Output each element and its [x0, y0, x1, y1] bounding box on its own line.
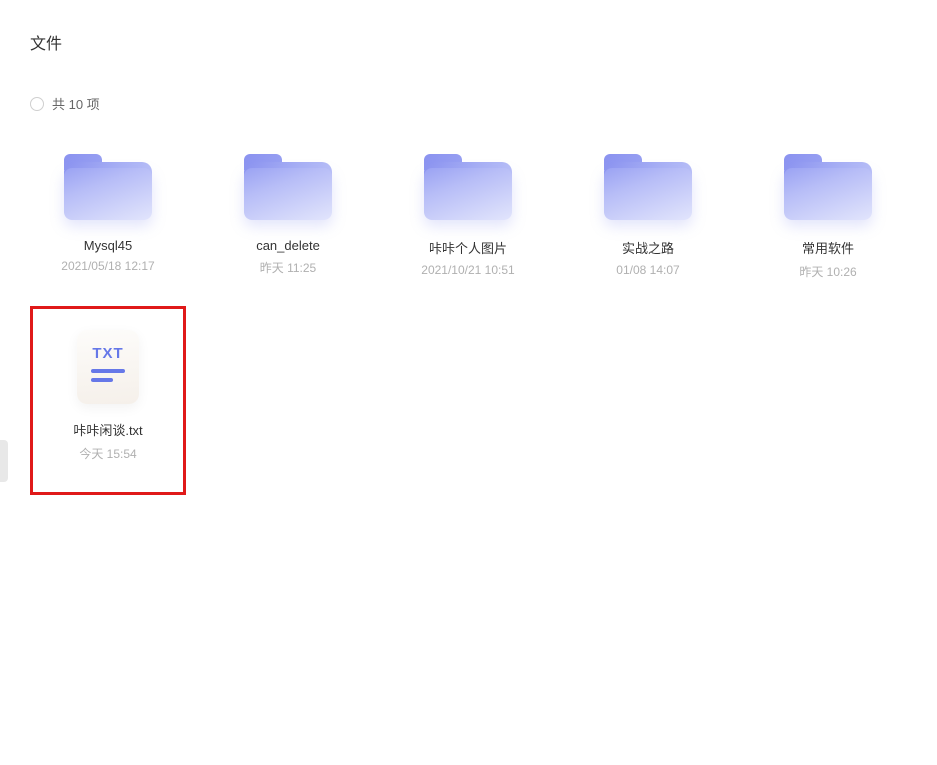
- item-name: can_delete: [256, 238, 320, 253]
- folder-item[interactable]: can_delete 昨天 11:25: [210, 141, 366, 286]
- item-date: 01/08 14:07: [616, 263, 679, 277]
- page-title: 文件: [30, 30, 907, 54]
- item-name: Mysql45: [84, 238, 132, 253]
- folder-icon: [243, 147, 333, 222]
- side-handle[interactable]: [0, 440, 8, 482]
- item-date: 昨天 10:26: [799, 263, 856, 280]
- item-date: 今天 15:54: [79, 445, 136, 462]
- folder-item[interactable]: 常用软件 昨天 10:26: [750, 141, 906, 286]
- txt-badge: TXT: [92, 345, 123, 362]
- file-grid: Mysql45 2021/05/18 12:17 can_delete 昨天 1…: [30, 141, 907, 495]
- folder-item[interactable]: Mysql45 2021/05/18 12:17: [30, 141, 186, 286]
- folder-icon: [783, 147, 873, 222]
- item-date: 2021/10/21 10:51: [421, 263, 514, 277]
- item-name: 实战之路: [622, 238, 674, 257]
- item-date: 昨天 11:25: [260, 259, 316, 276]
- folder-item[interactable]: 实战之路 01/08 14:07: [570, 141, 726, 286]
- select-all-row: 共 10 项: [30, 94, 907, 113]
- item-date: 2021/05/18 12:17: [61, 259, 154, 273]
- folder-icon: [63, 147, 153, 222]
- txt-file-icon: TXT: [63, 329, 153, 404]
- folder-icon: [423, 147, 513, 222]
- select-all-radio[interactable]: [30, 97, 44, 111]
- item-name: 咔咔个人图片: [429, 238, 507, 257]
- item-name: 常用软件: [802, 238, 854, 257]
- file-item-highlighted[interactable]: TXT 咔咔闲谈.txt 今天 15:54: [30, 306, 186, 495]
- item-name: 咔咔闲谈.txt: [73, 420, 142, 439]
- folder-item[interactable]: 咔咔个人图片 2021/10/21 10:51: [390, 141, 546, 286]
- item-count: 共 10 项: [52, 94, 100, 113]
- folder-icon: [603, 147, 693, 222]
